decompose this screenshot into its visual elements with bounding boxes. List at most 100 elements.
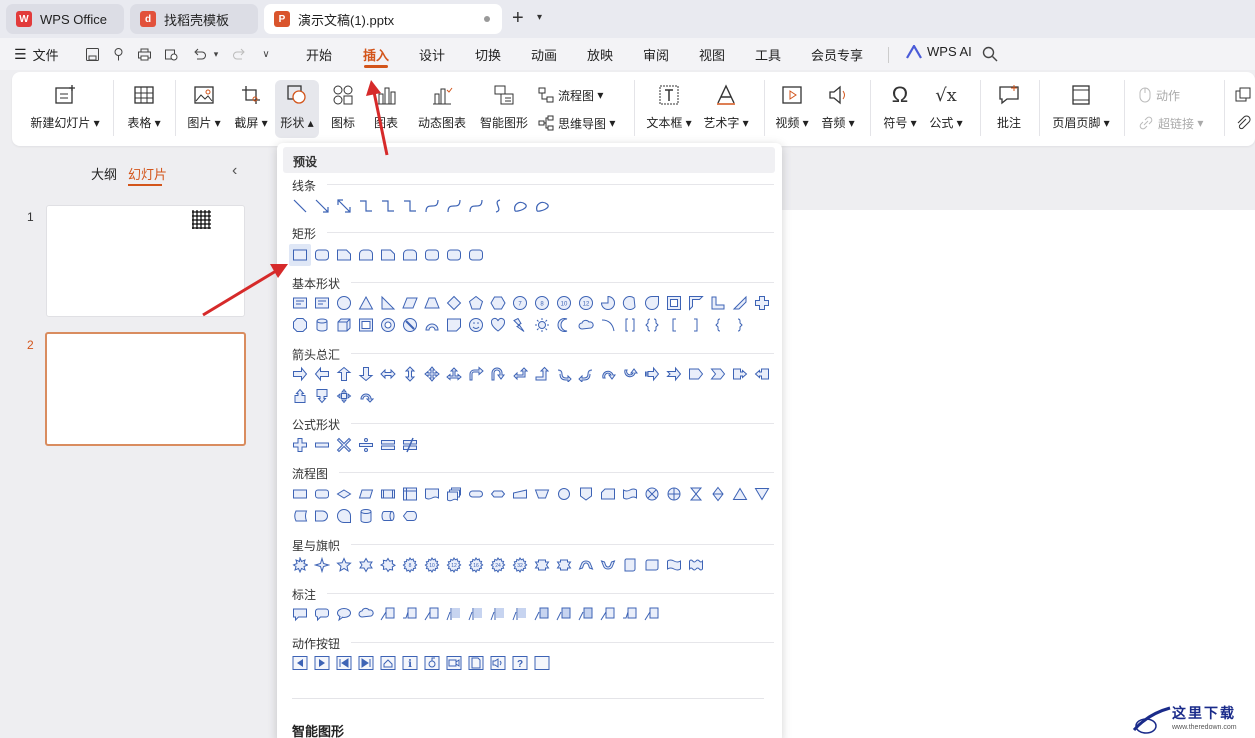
shape-option-icon[interactable] (289, 603, 311, 625)
shape-option-icon[interactable] (751, 292, 773, 314)
shape-option-icon[interactable]: 12 (443, 554, 465, 576)
tab-docer-templates[interactable]: d 找稻壳模板 (130, 4, 258, 34)
shape-option-icon[interactable] (355, 363, 377, 385)
shape-option-icon[interactable] (531, 363, 553, 385)
header-footer-button[interactable]: 页眉页脚 ▾ (1048, 80, 1114, 138)
shape-option-icon[interactable] (311, 314, 333, 336)
wordart-button[interactable]: 艺术字 ▾ (700, 80, 752, 138)
shape-option-icon[interactable] (487, 195, 509, 217)
slide-thumbnail-1[interactable] (46, 205, 245, 317)
shape-option-icon[interactable] (619, 603, 641, 625)
shape-option-icon[interactable] (377, 483, 399, 505)
shape-option-icon[interactable] (289, 554, 311, 576)
shape-option-icon[interactable] (465, 195, 487, 217)
shape-option-icon[interactable] (311, 554, 333, 576)
shape-option-icon[interactable] (333, 434, 355, 456)
tab-presentation[interactable]: P 演示文稿(1).pptx (264, 4, 502, 34)
undo-icon[interactable] (190, 45, 208, 63)
shape-option-icon[interactable] (443, 314, 465, 336)
shape-option-icon[interactable] (421, 603, 443, 625)
menu-animation[interactable]: 动画 (531, 45, 557, 64)
shape-option-icon[interactable] (509, 603, 531, 625)
shape-option-icon[interactable] (333, 314, 355, 336)
shape-option-icon[interactable]: 24 (487, 554, 509, 576)
shape-option-icon[interactable] (707, 314, 729, 336)
shape-option-icon[interactable] (421, 195, 443, 217)
shape-option-icon[interactable] (421, 483, 443, 505)
shape-option-icon[interactable]: 12 (575, 292, 597, 314)
shape-option-icon[interactable] (399, 195, 421, 217)
shape-option-icon[interactable] (619, 554, 641, 576)
shape-option-icon[interactable] (707, 483, 729, 505)
shape-option-icon[interactable] (531, 603, 553, 625)
shape-option-icon[interactable] (663, 363, 685, 385)
shape-option-icon[interactable] (289, 652, 311, 674)
shape-option-icon[interactable] (333, 603, 355, 625)
shape-option-icon[interactable]: 8 (399, 554, 421, 576)
shape-option-icon[interactable] (509, 195, 531, 217)
menu-view[interactable]: 视图 (699, 45, 725, 64)
attachment-icon[interactable] (1234, 114, 1252, 135)
shape-option-icon[interactable] (399, 603, 421, 625)
more-chevron-icon[interactable]: ∨ (257, 45, 275, 63)
shape-option-icon[interactable] (729, 363, 751, 385)
shape-option-icon[interactable] (333, 195, 355, 217)
shape-option-icon[interactable] (443, 292, 465, 314)
new-slide-button[interactable]: 新建幻灯片 ▾ (26, 80, 104, 138)
shape-option-icon[interactable] (355, 244, 377, 266)
shape-option-icon[interactable] (487, 483, 509, 505)
shape-option-icon[interactable] (465, 652, 487, 674)
shape-option-icon[interactable] (597, 314, 619, 336)
shape-option-icon[interactable] (443, 652, 465, 674)
shape-option-icon[interactable] (289, 483, 311, 505)
shape-option-icon[interactable] (465, 244, 487, 266)
shape-option-icon[interactable] (377, 505, 399, 527)
shape-option-icon[interactable] (751, 483, 773, 505)
slide-canvas[interactable] (782, 210, 1255, 738)
shape-option-icon[interactable] (465, 292, 487, 314)
shape-option-icon[interactable] (465, 603, 487, 625)
shape-option-icon[interactable] (421, 363, 443, 385)
shape-option-icon[interactable] (355, 385, 377, 407)
shape-option-icon[interactable] (487, 652, 509, 674)
menu-review[interactable]: 审阅 (643, 45, 669, 64)
shape-option-icon[interactable] (377, 292, 399, 314)
tab-wps-office[interactable]: W WPS Office (6, 4, 124, 34)
shape-option-icon[interactable] (421, 314, 443, 336)
shape-option-icon[interactable] (685, 314, 707, 336)
menu-tools[interactable]: 工具 (755, 45, 781, 64)
shape-option-icon[interactable] (333, 652, 355, 674)
shape-option-icon[interactable] (311, 363, 333, 385)
picture-button[interactable]: 图片 ▾ (184, 80, 224, 138)
shape-option-icon[interactable] (311, 244, 333, 266)
shape-option-icon[interactable] (355, 195, 377, 217)
shape-option-icon[interactable] (619, 483, 641, 505)
shape-option-icon[interactable] (311, 292, 333, 314)
shape-option-icon[interactable] (311, 505, 333, 527)
shape-option-icon[interactable] (751, 363, 773, 385)
shape-option-icon[interactable] (443, 195, 465, 217)
shape-option-icon[interactable] (575, 483, 597, 505)
audio-button[interactable]: 音频 ▾ (818, 80, 858, 138)
shape-option-icon[interactable]: 10 (421, 554, 443, 576)
shape-option-icon[interactable] (289, 385, 311, 407)
shape-option-icon[interactable] (333, 483, 355, 505)
shape-option-icon[interactable] (641, 483, 663, 505)
shape-option-icon[interactable] (311, 483, 333, 505)
shape-option-icon[interactable] (597, 363, 619, 385)
search-icon[interactable] (981, 45, 999, 63)
flowchart-button[interactable]: 流程图 ▾ (538, 84, 603, 106)
shape-option-icon[interactable]: 7 (509, 292, 531, 314)
shape-option-icon[interactable] (333, 363, 355, 385)
shape-option-icon[interactable] (641, 292, 663, 314)
file-menu[interactable]: ☰ 文件 (14, 45, 59, 64)
shape-option-icon[interactable] (531, 652, 553, 674)
shape-option-icon[interactable] (289, 292, 311, 314)
shape-option-icon[interactable] (575, 603, 597, 625)
shape-option-icon[interactable]: 32 (509, 554, 531, 576)
shape-option-icon[interactable] (311, 195, 333, 217)
shape-option-icon[interactable] (333, 244, 355, 266)
slide-thumbnail-2[interactable] (45, 332, 246, 446)
shape-option-icon[interactable] (465, 314, 487, 336)
shape-option-icon[interactable] (509, 483, 531, 505)
